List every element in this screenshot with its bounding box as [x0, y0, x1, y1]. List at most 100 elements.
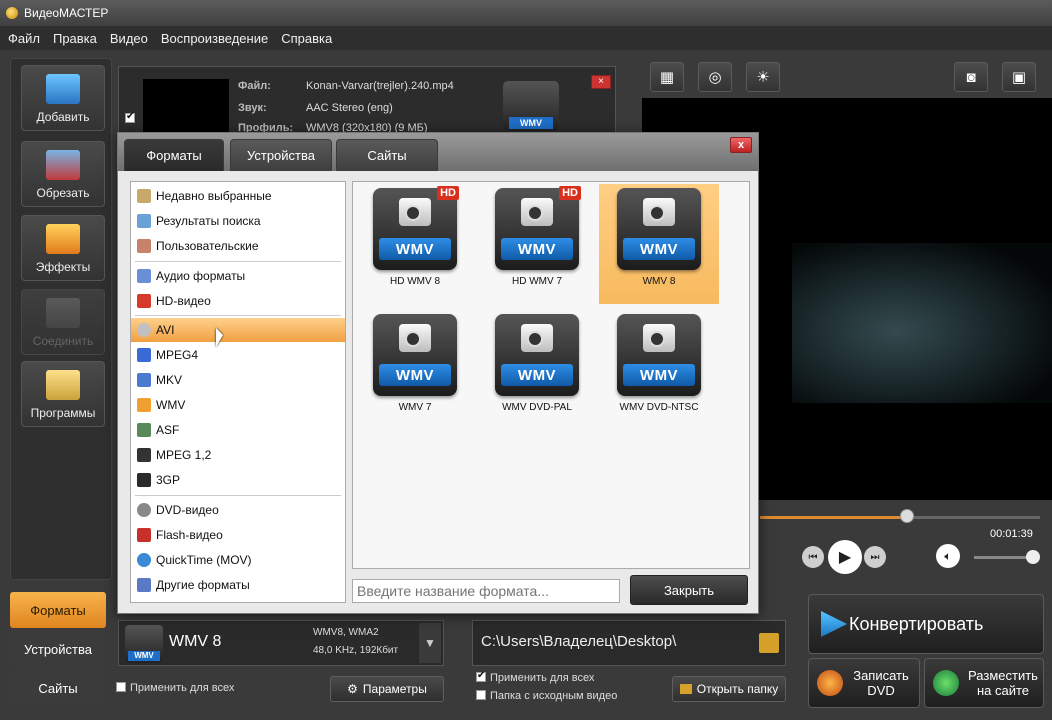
browse-folder-icon[interactable]: [759, 633, 779, 653]
programs-button[interactable]: Программы: [21, 361, 105, 427]
next-icon[interactable]: ⏭: [864, 546, 886, 568]
prev-icon[interactable]: ⏮: [802, 546, 824, 568]
file-checkbox[interactable]: [125, 111, 139, 125]
selected-format-name: WMV 8: [169, 633, 222, 650]
format-wmv-dvd-pal[interactable]: WMV WMV DVD-PAL: [477, 310, 597, 430]
sound-value: AAC Stereo (eng): [306, 102, 393, 114]
dialog-tab-sites[interactable]: Сайты: [336, 139, 438, 171]
tab-sites[interactable]: Сайты: [10, 670, 106, 706]
source-folder-checkbox[interactable]: [476, 690, 486, 701]
category-label: MKV: [156, 373, 183, 387]
parameters-button[interactable]: ⚙ Параметры: [330, 676, 444, 702]
title-bar: ВидеоМАСТЕР: [0, 0, 1052, 26]
camera-icon[interactable]: ◙: [954, 62, 988, 92]
apply-all-output-checkbox[interactable]: [476, 670, 486, 683]
format-search-input[interactable]: [352, 579, 620, 603]
format-hd-wmv7[interactable]: WMV HD HD WMV 7: [477, 184, 597, 304]
camcorder-icon: WMV: [617, 188, 701, 270]
publish-button[interactable]: Разместить на сайте: [924, 658, 1044, 708]
category-label: WMV: [156, 398, 186, 412]
file-name: Konan-Varvar(trejler).240.mp4: [306, 80, 454, 92]
category-quicktime[interactable]: QuickTime (MOV): [131, 548, 345, 572]
category-audio[interactable]: Аудио форматы: [131, 264, 345, 288]
wmv-badge: WMV: [623, 238, 695, 260]
format-wmv7[interactable]: WMV WMV 7: [355, 310, 475, 430]
convert-button[interactable]: Конвертировать: [808, 594, 1044, 654]
add-button[interactable]: Добавить: [21, 65, 105, 131]
effects-button[interactable]: Эффекты: [21, 215, 105, 281]
dvd-icon: [137, 503, 151, 517]
dialog-tab-formats[interactable]: Форматы: [124, 139, 224, 171]
format-dropdown-chevron-icon[interactable]: ▼: [419, 623, 441, 663]
dvd-icon: [817, 670, 843, 696]
timeline-progress: [760, 516, 907, 519]
category-mpeg4[interactable]: MPEG4: [131, 343, 345, 367]
volume-track[interactable]: [974, 556, 1032, 559]
category-recent[interactable]: Недавно выбранные: [131, 184, 345, 208]
category-mkv[interactable]: MKV: [131, 368, 345, 392]
category-search-results[interactable]: Результаты поиска: [131, 209, 345, 233]
menu-help[interactable]: Справка: [281, 31, 332, 46]
category-label: Другие форматы: [156, 578, 250, 592]
crop-icon[interactable]: ▦: [650, 62, 684, 92]
category-avi[interactable]: AVI: [131, 318, 345, 342]
wmv-summary-icon: WMV: [125, 625, 163, 663]
trim-button[interactable]: Обрезать: [21, 141, 105, 207]
output-path-box[interactable]: C:\Users\Владелец\Desktop\: [472, 620, 786, 666]
dialog-close-button[interactable]: Закрыть: [630, 575, 748, 605]
tab-formats[interactable]: Форматы: [10, 592, 106, 628]
tab-devices[interactable]: Устройства: [10, 631, 106, 667]
folder-icon: [679, 684, 692, 694]
burn-dvd-button[interactable]: Записать DVD: [808, 658, 920, 708]
source-folder-option[interactable]: Папка с исходным видео: [476, 690, 617, 702]
join-button: Соединить: [21, 289, 105, 355]
apply-all-formats-checkbox[interactable]: [116, 682, 126, 693]
publish-label: Разместить на сайте: [968, 668, 1038, 698]
volume-icon[interactable]: 🔈︎: [936, 544, 960, 568]
category-wmv[interactable]: WMV: [131, 393, 345, 417]
category-label: MPEG4: [156, 348, 199, 362]
volume-handle[interactable]: [1026, 550, 1040, 564]
category-flash[interactable]: Flash-видео: [131, 523, 345, 547]
menu-edit[interactable]: Правка: [53, 31, 97, 46]
dialog-close-icon[interactable]: x: [730, 137, 752, 153]
format-hd-wmv8[interactable]: WMV HD HD WMV 8: [355, 184, 475, 304]
timeline-handle[interactable]: [900, 509, 914, 523]
user-icon: [137, 239, 151, 253]
quicktime-icon: [137, 553, 151, 567]
format-wmv8[interactable]: WMV WMV 8: [599, 184, 719, 304]
menu-file[interactable]: Файл: [8, 31, 40, 46]
apply-all-output[interactable]: Применить для всех: [476, 670, 594, 684]
app-logo-icon: [6, 7, 18, 19]
audio-info: 48,0 KHz, 192Кбит: [313, 645, 399, 656]
category-other[interactable]: Другие форматы: [131, 573, 345, 597]
hd-badge: HD: [559, 186, 581, 200]
stabilize-icon[interactable]: ◎: [698, 62, 732, 92]
gear-icon: ⚙: [347, 682, 358, 696]
format-wmv-dvd-ntsc[interactable]: WMV WMV DVD-NTSC: [599, 310, 719, 430]
category-custom[interactable]: Пользовательские: [131, 234, 345, 258]
dialog-tab-devices[interactable]: Устройства: [230, 139, 332, 171]
category-dvd[interactable]: DVD-видео: [131, 498, 345, 522]
play-icon[interactable]: ▶: [828, 540, 862, 574]
menu-video[interactable]: Видео: [110, 31, 148, 46]
menu-playback[interactable]: Воспроизведение: [161, 31, 268, 46]
category-asf[interactable]: ASF: [131, 418, 345, 442]
fullscreen-play-icon[interactable]: ▣: [1002, 62, 1036, 92]
category-hd-video[interactable]: HD-видео: [131, 289, 345, 313]
brightness-icon[interactable]: ☀: [746, 62, 780, 92]
category-mpeg12[interactable]: MPEG 1,2: [131, 443, 345, 467]
category-3gp[interactable]: 3GP: [131, 468, 345, 492]
file-format-badge: WMV: [503, 81, 559, 131]
trim-button-label: Обрезать: [36, 186, 90, 200]
join-button-label: Соединить: [32, 334, 94, 348]
open-folder-button[interactable]: Открыть папку: [672, 676, 786, 702]
remove-file-icon[interactable]: ×: [591, 75, 611, 89]
asf-icon: [137, 423, 151, 437]
window-title: ВидеоМАСТЕР: [24, 6, 109, 20]
apply-all-formats[interactable]: Применить для всех: [116, 682, 234, 694]
file-format-badge-text: WMV: [509, 117, 553, 129]
open-folder-label: Открыть папку: [696, 682, 779, 696]
output-path: C:\Users\Владелец\Desktop\: [481, 633, 677, 650]
format-summary[interactable]: WMV WMV 8 WMV8, WMA2 48,0 KHz, 192Кбит ▼: [118, 620, 444, 666]
